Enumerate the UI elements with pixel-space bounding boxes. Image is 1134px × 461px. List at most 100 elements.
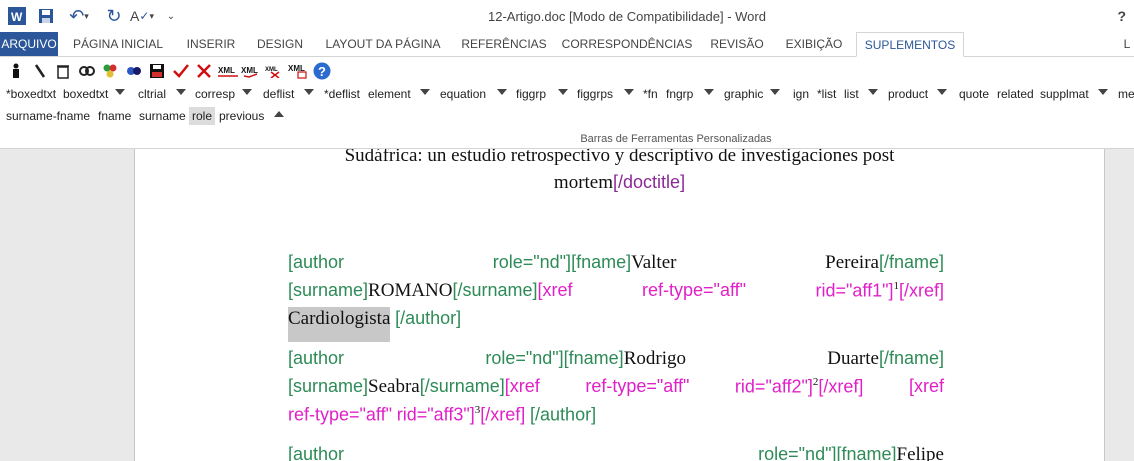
- tag-button-figgrps[interactable]: figgrps: [577, 87, 613, 101]
- gears-icon[interactable]: [124, 61, 144, 81]
- xml-icon[interactable]: XML: [217, 61, 238, 81]
- author-1-line-3: Cardiologista [/author]: [288, 307, 944, 342]
- tag-button-ign[interactable]: ign: [793, 87, 809, 101]
- ribbon-group-label: Barras de Ferramentas Personalizadas: [580, 133, 772, 145]
- tag-button-corresp[interactable]: corresp: [195, 87, 235, 101]
- xref-rid: rid="aff1"]: [815, 280, 894, 301]
- tag-button-row-2: surname-fname fname surname role previou…: [0, 105, 1134, 127]
- tag-button-fname[interactable]: fname: [98, 109, 131, 123]
- tag-button-fngrp[interactable]: fngrp: [666, 87, 693, 101]
- author-2-line-2: [surname]Seabra[/surname][xref ref-type=…: [288, 376, 944, 403]
- tag-button-deflist-star[interactable]: *deflist: [324, 87, 360, 101]
- tab-pagina-inicial[interactable]: PÁGINA INICIAL: [62, 32, 174, 56]
- surname-text: ROMANO: [368, 280, 453, 302]
- xref-rid: rid="aff2"]: [734, 376, 813, 397]
- dropdown-arrow-icon[interactable]: [176, 89, 186, 95]
- document-page[interactable]: Sudáfrica: un estudio retrospectivo y de…: [134, 149, 1105, 461]
- tag-button-supplmat[interactable]: supplmat: [1040, 87, 1089, 101]
- tag-button-fn-star[interactable]: *fn: [643, 87, 658, 101]
- flower-icon[interactable]: [100, 61, 120, 81]
- fname-text: Felipe: [896, 444, 945, 461]
- tab-revisao[interactable]: REVISÃO: [704, 32, 770, 56]
- tab-arquivo[interactable]: ARQUIVO: [0, 32, 58, 56]
- tab-exibicao[interactable]: EXIBIÇÃO: [778, 32, 850, 56]
- dropdown-arrow-icon[interactable]: [868, 89, 878, 95]
- xref-close-tag-2: [/xref]: [480, 404, 526, 425]
- chain-icon[interactable]: [77, 61, 97, 81]
- xref-close-tag: [/xref]: [898, 280, 944, 301]
- dropdown-arrow-icon[interactable]: [770, 89, 780, 95]
- dropdown-arrow-icon[interactable]: [558, 89, 568, 95]
- disk-icon[interactable]: [147, 61, 167, 81]
- check-icon[interactable]: [171, 61, 191, 81]
- surname-text: Seabra: [368, 376, 420, 398]
- selected-role-text[interactable]: Cardiologista: [288, 307, 391, 342]
- tag-button-previous[interactable]: previous: [219, 109, 264, 123]
- author-3-line-1: [author role="nd"][fname]Felipe: [288, 444, 944, 461]
- tag-button-more[interactable]: me: [1118, 87, 1134, 101]
- ribbon-panel: XML XML XML XML ? *boxedtxt boxedtxt clt…: [0, 57, 1134, 149]
- tag-button-surname[interactable]: surname: [139, 109, 186, 123]
- xref-open-tag: [xref: [504, 376, 540, 397]
- tag-button-graphic[interactable]: graphic: [724, 87, 763, 101]
- dropdown-arrow-icon[interactable]: [937, 89, 947, 95]
- tab-design[interactable]: DESIGN: [250, 32, 310, 56]
- help-icon[interactable]: ?: [312, 61, 332, 81]
- tab-overflow[interactable]: L: [1120, 32, 1134, 56]
- author-1-line-1: [author role="nd"][fname]Valter Pereira[…: [288, 252, 944, 279]
- author-fname-group: role="nd"][fname]Felipe: [758, 444, 944, 461]
- tab-suplementos[interactable]: SUPLEMENTOS: [856, 32, 964, 57]
- trash-icon[interactable]: [53, 61, 73, 81]
- dropdown-arrow-icon[interactable]: [115, 89, 125, 95]
- xref-reftype: ref-type="aff": [642, 280, 747, 301]
- tag-button-element[interactable]: element: [368, 87, 411, 101]
- tag-button-surname-fname[interactable]: surname-fname: [6, 109, 90, 123]
- tab-referencias[interactable]: REFERÊNCIAS: [458, 32, 550, 56]
- dropdown-arrow-icon[interactable]: [420, 89, 430, 95]
- xref-rid-group: rid="aff2"]2[/xref]: [735, 376, 864, 398]
- role-fname-tag: role="nd"][fname]: [485, 348, 624, 368]
- xref-rid-group: rid="aff1"]1[/xref]: [815, 280, 944, 302]
- tab-layout-da-pagina[interactable]: LAYOUT DA PÁGINA: [318, 32, 448, 56]
- tag-button-row-1: *boxedtxt boxedtxt cltrial corresp defli…: [0, 83, 1134, 105]
- author-open-tag: [author: [288, 444, 345, 461]
- tag-button-product[interactable]: product: [888, 87, 928, 101]
- person-icon[interactable]: [6, 61, 26, 81]
- tab-correspondencias[interactable]: CORRESPONDÊNCIAS: [558, 32, 696, 56]
- dropdown-arrow-icon[interactable]: [242, 89, 252, 95]
- cross-icon[interactable]: [194, 61, 214, 81]
- fname-text: Valter: [631, 252, 677, 273]
- author-2-line-3: ref-type="aff" rid="aff3"]3[/xref] [/aut…: [288, 404, 944, 431]
- author-fname-group: role="nd"][fname]Valter: [493, 252, 677, 274]
- xml-cross-icon[interactable]: XML: [265, 61, 285, 81]
- help-button[interactable]: ?: [1117, 8, 1126, 24]
- xref-close-tag: [/xref]: [818, 376, 864, 397]
- dropdown-arrow-icon[interactable]: [497, 89, 507, 95]
- tag-button-deflist[interactable]: deflist: [263, 87, 294, 101]
- tag-button-figgrp[interactable]: figgrp: [516, 87, 546, 101]
- dropdown-arrow-icon[interactable]: [624, 89, 634, 95]
- dropdown-arrow-icon[interactable]: [704, 89, 714, 95]
- tag-button-equation[interactable]: equation: [440, 87, 486, 101]
- tag-button-related[interactable]: related: [997, 87, 1034, 101]
- pen-icon[interactable]: [30, 61, 50, 81]
- collapse-arrow-icon[interactable]: [274, 111, 284, 117]
- tab-inserir[interactable]: INSERIR: [180, 32, 242, 56]
- tag-button-boxedtxt[interactable]: boxedtxt: [63, 87, 108, 101]
- xref-reftype-2: ref-type="aff": [288, 404, 393, 425]
- surname-group: [surname]Seabra[/surname][xref: [288, 376, 540, 398]
- xref-open-tag-2: [xref: [908, 376, 944, 397]
- tag-button-cltrial[interactable]: cltrial: [138, 87, 166, 101]
- tag-button-boxedtxt-star[interactable]: *boxedtxt: [6, 87, 56, 101]
- tag-button-quote[interactable]: quote: [959, 87, 989, 101]
- dropdown-arrow-icon[interactable]: [304, 89, 314, 95]
- xml-check-icon[interactable]: XML: [241, 61, 261, 81]
- tag-button-role[interactable]: role: [189, 107, 216, 125]
- xml-doc-icon[interactable]: XML: [288, 61, 308, 81]
- tag-button-list[interactable]: list: [844, 87, 859, 101]
- tag-button-list-star[interactable]: *list: [817, 87, 836, 101]
- ribbon-tabs: ARQUIVO PÁGINA INICIAL INSERIR DESIGN LA…: [0, 32, 1134, 57]
- doc-title-line-2: mortem[/doctitle]: [135, 172, 1104, 194]
- author-fname-group: role="nd"][fname]Rodrigo: [485, 348, 686, 370]
- dropdown-arrow-icon[interactable]: [1098, 89, 1108, 95]
